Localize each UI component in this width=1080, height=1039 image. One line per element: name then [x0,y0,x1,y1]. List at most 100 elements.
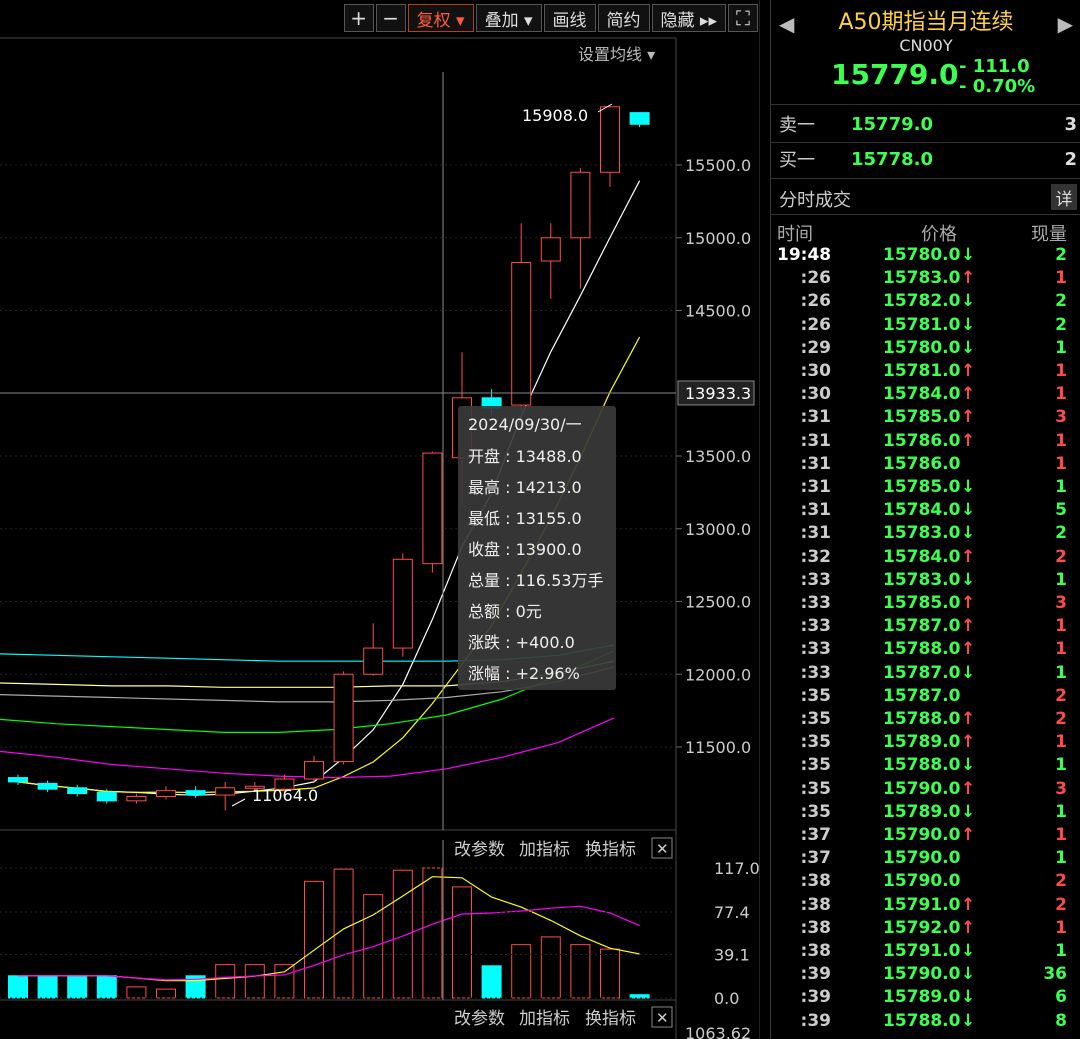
tick-price: 15790.0 [883,871,961,892]
up-arrow-icon: ↑ [961,268,976,289]
candle[interactable] [67,784,88,797]
candle[interactable] [629,112,650,128]
tick-volume: 2 [1055,245,1067,265]
price-tick-label: 13500.0 [685,447,751,466]
down-arrow-icon: ↓ [961,337,976,358]
down-arrow-icon: ↓ [961,662,976,683]
down-arrow-icon: ↓ [961,291,976,312]
candle[interactable] [570,167,591,289]
price-change-pct: - 0.70% [959,76,1036,97]
close-icon[interactable]: ✕ [656,840,669,858]
candle[interactable] [392,553,413,657]
tick-volume: 3 [1055,778,1067,799]
up-arrow-icon: ↑ [961,546,976,567]
detail-button[interactable]: 详 [1051,184,1077,210]
tick-row: :35 15790.0 ↑ 3 [771,779,1080,802]
volume-bar [244,964,265,999]
adjust-price-button[interactable]: 复权 ▾ [407,4,474,32]
tick-time: :29 [800,337,831,358]
tick-volume: 1 [1055,337,1067,358]
change-params-button[interactable]: 改参数 [454,1009,505,1029]
tick-volume: 3 [1055,407,1067,428]
simple-mode-button[interactable]: 简约 [597,4,650,32]
add-indicator-button[interactable]: 加指标 [519,840,570,860]
up-arrow-icon: ↑ [961,825,976,845]
tooltip-line: 涨幅 : +2.96% [468,664,580,683]
tick-price: 15790.0 [883,848,961,869]
add-indicator-button[interactable]: 加指标 [519,1009,570,1029]
tick-volume: 2 [1055,314,1067,335]
candle[interactable] [37,780,58,793]
hide-button[interactable]: 隐藏 ▸▸ [651,4,726,32]
tick-volume: 2 [1055,894,1067,915]
price-tick-label: 12500.0 [685,593,751,612]
tooltip-line: 收盘 : 13900.0 [468,540,582,559]
volume-bar [215,964,236,999]
candle[interactable] [600,105,620,187]
up-arrow-icon: ↑ [961,361,976,381]
price-tick-label: 11500.0 [685,738,751,757]
candle[interactable] [215,781,236,811]
tick-time: :35 [800,778,831,799]
candle[interactable] [126,793,147,804]
up-arrow-icon: ↑ [961,430,976,451]
candle[interactable] [304,755,324,782]
tick-row: 19:48 15780.0 ↓ 2 [771,245,1080,268]
overlay-button[interactable]: 叠加 ▾ [475,4,542,32]
chart-toolbar: + − 复权 ▾ 叠加 ▾ 画线 简约 隐藏 ▸▸ ⛶ [342,4,758,34]
close-icon[interactable]: ✕ [656,1009,669,1027]
tick-price: 15790.0 [883,964,961,985]
tick-volume: 1 [1055,755,1067,776]
candle[interactable] [511,223,532,413]
volume-bar [452,886,472,999]
up-arrow-icon: ↑ [961,384,976,405]
zoom-in-button[interactable]: + [343,4,374,32]
switch-indicator-button[interactable]: 换指标 [585,840,636,860]
kline-chart[interactable]: 15500.0 15000.0 14500.0 13500.0 13000.0 12500… [0,0,760,1039]
change-params-button[interactable]: 改参数 [454,840,505,860]
tick-time: :38 [800,894,831,915]
tick-price: 15783.0 [883,268,961,289]
zoom-out-button[interactable]: − [375,4,406,32]
tick-volume: 1 [1055,732,1067,753]
tick-row: :38 15791.0 ↑ 2 [771,895,1080,918]
tick-price: 15780.0 [883,245,961,265]
tick-time: :31 [800,407,831,428]
tick-volume: 3 [1055,593,1067,613]
candle[interactable] [185,786,206,798]
tick-time: :35 [800,801,831,822]
volume-bar [96,975,117,999]
tick-row: :38 15792.0 ↑ 1 [771,918,1080,941]
candle[interactable] [540,223,561,299]
down-arrow-icon: ↓ [961,314,976,335]
tick-price: 15789.0 [883,987,961,1008]
fullscreen-icon[interactable]: ⛶ [728,4,758,32]
candle[interactable] [333,671,354,765]
tick-price: 15790.0 [883,825,961,845]
tick-time: :30 [800,384,831,405]
candle[interactable] [363,623,384,676]
volume-tick-label: 39.1 [714,946,750,965]
tick-volume: 6 [1055,987,1067,1008]
up-arrow-icon: ↑ [961,593,976,613]
tick-time: :31 [800,500,831,521]
tick-price: 15787.0 [883,662,961,683]
down-arrow-icon: ↓ [961,477,976,497]
up-arrow-icon: ↑ [961,894,976,915]
candle[interactable] [156,786,176,800]
bid-price: 15778.0 [851,148,933,170]
draw-line-button[interactable]: 画线 [543,4,596,32]
set-ma-button[interactable]: 设置均线 ▾ [578,45,655,64]
tick-row: :38 15790.0 2 [771,871,1080,894]
tick-price: 15783.0 [883,523,961,544]
high-price-label: 15908.0 [522,106,588,125]
tick-price: 15785.0 [883,593,961,613]
tick-volume: 8 [1055,1010,1067,1031]
candle[interactable] [422,451,443,573]
tick-row: :31 15785.0 ↓ 1 [771,477,1080,500]
tick-row: :39 15789.0 ↓ 6 [771,987,1080,1010]
ask-row: 卖一 15779.0 3 [779,109,1077,139]
tick-price: 15790.0 [883,778,961,799]
tick-time: :33 [800,639,831,660]
switch-indicator-button[interactable]: 换指标 [585,1009,636,1029]
